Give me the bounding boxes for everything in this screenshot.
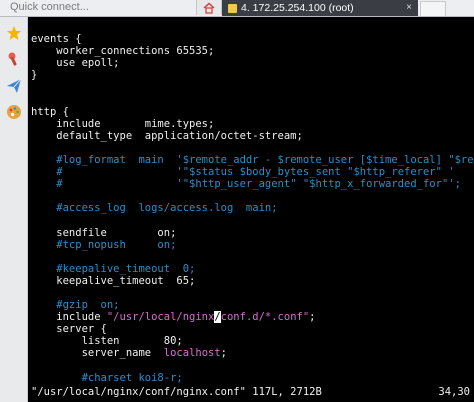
code-token: $time_local [366,153,436,166]
home-icon [203,2,215,14]
star-icon[interactable] [3,22,24,43]
code-token: #gzip on; [31,299,120,312]
editor-line: #charset koi8-r; [31,372,474,384]
code-token: keepalive_timeout 65; [31,274,196,287]
editor-line: events { [31,33,474,45]
code-token: $remote_user [277,153,354,166]
code-token: "'; [441,178,461,191]
code-token: " [340,166,354,179]
palette-icon[interactable] [3,101,24,122]
paper-plane-icon[interactable] [3,75,24,96]
tools-icon[interactable] [3,48,24,69]
code-token: listen 80; [31,335,183,348]
editor-line: #access_log logs/access.log main; [31,202,474,214]
code-token: $reque [454,153,474,166]
code-token: } [31,69,38,82]
cursor-position: 34,30 [438,386,470,398]
code-token: #log_format main ' [31,153,183,166]
code-token: worker_connections 65535; [31,45,215,58]
code-token: server_name [31,347,164,360]
code-token: conf.d/*.conf" [220,311,310,324]
editor-line: #log_format main '$remote_addr - $remote… [31,154,474,166]
editor-line: #keepalive_timeout 0; [31,263,474,275]
code-token: include [31,311,107,324]
code-token: - [258,153,278,166]
code-token: use epoll; [31,57,120,70]
terminal-icon [228,3,237,13]
editor-line: keepalive_timeout 65; [31,275,474,287]
code-token: include mime.types; [31,117,215,130]
code-token: sendfile on; [31,226,177,239]
editor-line: server { [31,323,474,335]
editor-line: # '"$http_user_agent" "$http_x_forwarded… [31,178,474,190]
session-tab[interactable]: 4. 172.25.254.100 (root) × [222,0,418,16]
code-token: $remote_addr [182,153,259,166]
editor-line: http { [31,106,474,118]
code-token: $status [189,166,234,179]
code-token: # '" [31,178,190,191]
editor-buffer: events { worker_connections 65535; use e… [31,33,474,384]
code-token: events { [31,33,82,45]
code-token: " ' [435,166,455,179]
editor-line: # '"$status $body_bytes_sent "$http_refe… [31,166,474,178]
editor-line: worker_connections 65535; [31,45,474,57]
editor-line: #gzip on; [31,299,474,311]
code-token: ] " [435,153,455,166]
editor-line: } [31,69,474,81]
code-token: server { [31,323,107,336]
code-token: #charset koi8-r; [31,371,183,384]
code-token: "/usr/local/nginx [106,311,215,324]
quick-connect-input[interactable]: Quick connect... [6,0,182,15]
close-icon[interactable]: × [406,0,412,15]
code-token: #access_log logs/access.log main; [31,202,278,215]
editor-line: server_name localhost; [31,347,474,359]
sidebar [0,17,28,402]
vim-status-line: "/usr/local/nginx/conf/nginx.conf" 117L,… [31,386,322,398]
code-token: ; [220,347,227,360]
code-token: ; [309,311,316,324]
toolbar: Quick connect... 4. 172.25.254.100 (root… [0,0,474,17]
code-token: localhost [163,347,221,360]
code-token: # '" [31,166,190,179]
home-tab-button[interactable] [196,0,222,15]
terminal-pane[interactable]: events { worker_connections 65535; use e… [28,17,474,402]
editor-line: #tcp_nopush on; [31,239,474,251]
code-token: default_type application/octet-stream; [31,129,303,142]
code-token: $body_bytes_sent [239,166,341,179]
code-token: $http_referer [353,166,436,179]
new-tab-button[interactable] [420,1,446,16]
editor-line: listen 80; [31,335,474,347]
editor-line: sendfile on; [31,227,474,239]
code-token: #keepalive_timeout 0; [31,262,196,275]
code-token: [ [353,153,367,166]
editor-line: use epoll; [31,57,474,69]
editor-line: default_type application/octet-stream; [31,130,474,142]
code-token: http { [31,105,69,118]
code-token: " " [290,178,310,191]
code-token: $http_user_agent [189,178,291,191]
editor-line: include mime.types; [31,118,474,130]
editor-line: include "/usr/local/nginx/conf.d/*.conf"… [31,311,474,324]
session-tab-label: 4. 172.25.254.100 (root) [241,1,354,14]
code-token: #tcp_nopush on; [31,238,177,251]
code-token: $http_x_forwarded_for [309,178,442,191]
